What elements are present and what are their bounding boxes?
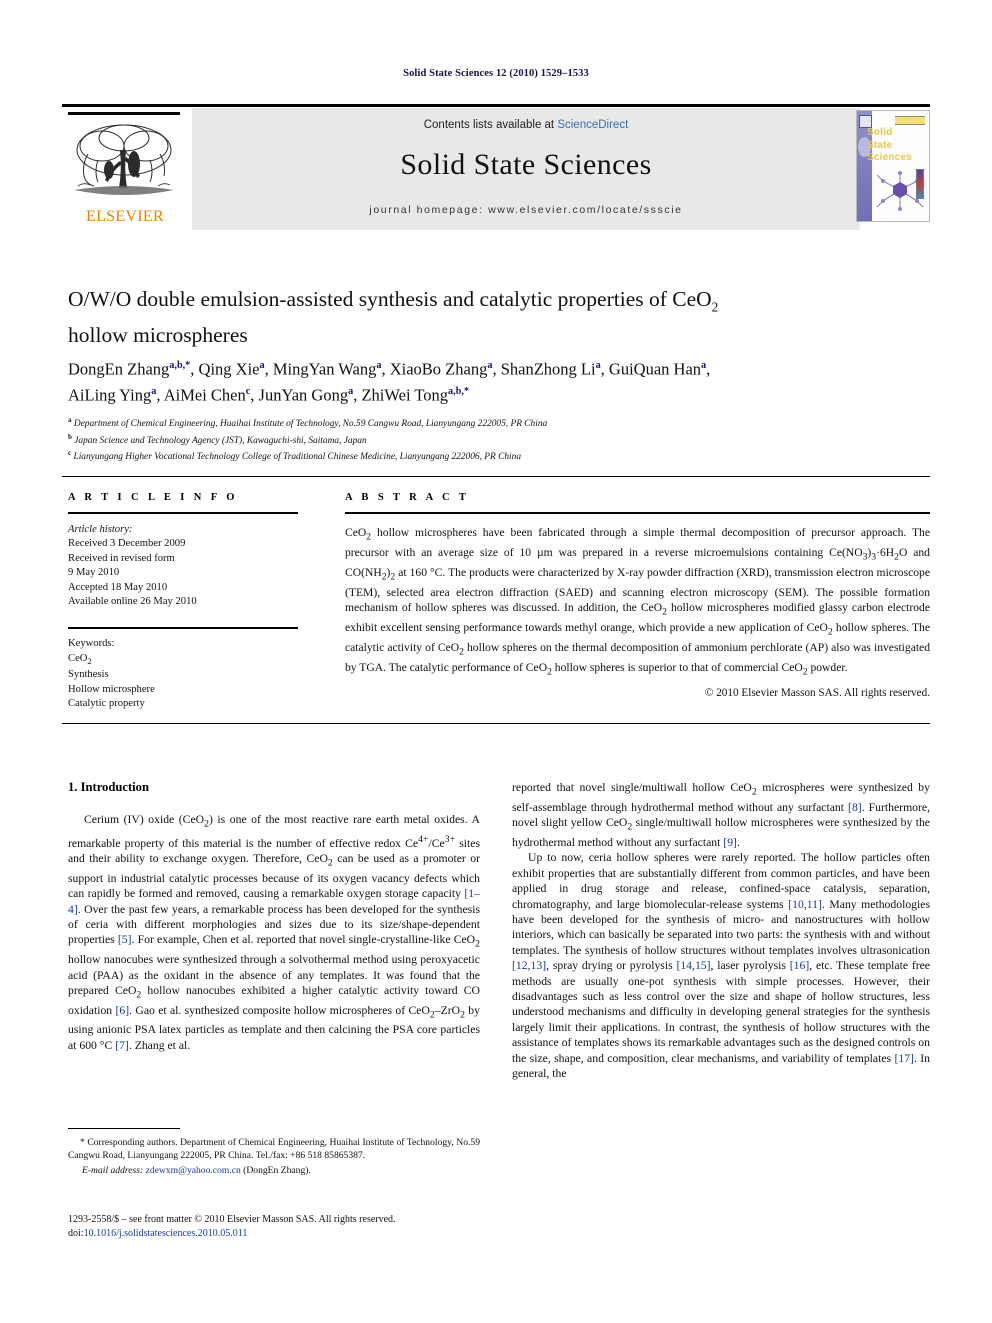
abstract-heading: A B S T R A C T: [345, 492, 470, 503]
affiliation-c: c Lianyungang Higher Vocational Technolo…: [68, 449, 522, 463]
abstract-text: CeO2 hollow microspheres have been fabri…: [345, 526, 931, 678]
journal-title: Solid State Sciences: [400, 148, 652, 181]
journal-masthead: ELSEVIER Contents lists available at Sci…: [62, 108, 930, 230]
keyword-4: Catalytic property: [68, 698, 145, 710]
article-info-heading: A R T I C L E I N F O: [68, 492, 238, 503]
elsevier-logo: ELSEVIER: [62, 108, 188, 230]
reference-17[interactable]: [17]: [894, 1052, 913, 1065]
info-band-top-rule: [62, 476, 930, 477]
journal-cover-thumbnail: Solid State Sciences: [856, 110, 930, 222]
author-list: DongEn Zhanga,b,*, Qing Xiea, MingYan Wa…: [68, 355, 938, 406]
paper-page: Solid State Sciences 12 (2010) 1529–1533: [0, 0, 992, 1323]
reference-9[interactable]: [9]: [723, 836, 737, 849]
doi-label: doi:: [68, 1227, 84, 1239]
article-history: Article history: Received 3 December 200…: [68, 523, 298, 609]
reference-14-15[interactable]: [14,15]: [676, 959, 710, 972]
issn-line: 1293-2558/$ – see front matter © 2010 El…: [68, 1214, 396, 1225]
cover-title-line-3: Sciences: [867, 152, 912, 163]
running-head: Solid State Sciences 12 (2010) 1529–1533: [403, 68, 589, 79]
page-title: O/W/O double emulsion-assisted synthesis…: [68, 285, 928, 349]
body-column-left: 1. Introduction Cerium (IV) oxide (CeO2)…: [68, 780, 480, 1053]
cover-title-line-2: State: [867, 139, 893, 151]
history-line-2: Received in revised form: [68, 552, 175, 564]
elsevier-tree-icon: [74, 124, 174, 195]
email-link[interactable]: zdewxm@yahoo.com.cn: [146, 1165, 241, 1176]
abstract-column: A B S T R A C T CeO2 hollow microspheres…: [345, 492, 930, 699]
paragraph-right-1: reported that novel single/multiwall hol…: [512, 781, 931, 849]
footnote-rule: [68, 1128, 180, 1129]
contents-available-line: Contents lists available at ScienceDirec…: [192, 119, 860, 131]
reference-10-11[interactable]: [10,11]: [788, 898, 822, 911]
keyword-1: CeO2: [68, 652, 92, 666]
cover-top-bar: [895, 116, 925, 125]
footnote-email-line: E-mail address: zdewxm@yahoo.com.cn (Don…: [68, 1165, 480, 1176]
title-line-2: hollow microspheres: [68, 323, 248, 348]
reference-6[interactable]: [6]: [116, 1004, 130, 1017]
body-column-right: reported that novel single/multiwall hol…: [512, 780, 930, 1081]
footnote-corresponding: * Corresponding authors. Department of C…: [68, 1137, 480, 1162]
cover-title: Solid State Sciences: [867, 127, 912, 165]
info-band-bottom-rule: [62, 723, 930, 724]
author-line-1: DongEn Zhanga,b,*, Qing Xiea, MingYan Wa…: [68, 359, 711, 379]
corresponding-author-footnote: * Corresponding authors. Department of C…: [68, 1128, 480, 1176]
article-info-rule: [68, 512, 298, 514]
history-label: Article history:: [68, 524, 133, 535]
history-line-1: Received 3 December 2009: [68, 538, 186, 550]
logo-rule: [68, 112, 180, 115]
elsevier-wordmark: ELSEVIER: [86, 208, 164, 225]
keywords-block: Keywords: CeO2 Synthesis Hollow microsph…: [68, 637, 298, 711]
doi-line: doi:10.1016/j.solidstatesciences.2010.05…: [68, 1227, 498, 1241]
history-line-5: Available online 26 May 2010: [68, 596, 197, 608]
abstract-rule: [345, 512, 930, 514]
email-owner: (DongEn Zhang).: [243, 1165, 311, 1177]
reference-12-13[interactable]: [12,13]: [512, 959, 546, 972]
contents-prefix: Contents lists available at: [423, 119, 558, 131]
reference-16[interactable]: [16]: [790, 959, 809, 972]
doi-value[interactable]: 10.1016/j.solidstatesciences.2010.05.011: [84, 1228, 248, 1239]
sciencedirect-link[interactable]: ScienceDirect: [557, 119, 628, 131]
footnote-text: * Corresponding authors. Department of C…: [68, 1136, 480, 1162]
reference-8[interactable]: [8]: [848, 801, 862, 814]
reference-1-4[interactable]: [1–4]: [68, 887, 480, 915]
title-subscript: 2: [711, 299, 719, 315]
history-line-3: 9 May 2010: [68, 567, 120, 579]
section-heading-introduction: 1. Introduction: [68, 780, 149, 794]
cover-color-strip: [916, 169, 924, 199]
paragraph-right-2: Up to now, ceria hollow spheres were rar…: [512, 851, 930, 1080]
journal-homepage[interactable]: journal homepage: www.elsevier.com/locat…: [192, 204, 860, 216]
cover-title-line-1: Solid: [867, 127, 893, 138]
abstract-copyright: © 2010 Elsevier Masson SAS. All rights r…: [704, 686, 930, 699]
article-info-column: A R T I C L E I N F O Article history: R…: [68, 492, 298, 712]
author-line-2: AiLing Yinga, AiMei Chenc, JunYan Gonga,…: [68, 385, 470, 404]
colophon: 1293-2558/$ – see front matter © 2010 El…: [68, 1213, 498, 1240]
keyword-2: Synthesis: [68, 669, 109, 681]
title-line-1: O/W/O double emulsion-assisted synthesis…: [68, 287, 712, 311]
affiliation-b: b Japan Science and Technology Agency (J…: [68, 432, 367, 446]
keywords-rule: [68, 627, 298, 630]
keyword-3: Hollow microsphere: [68, 683, 155, 695]
email-label: E-mail address:: [82, 1165, 144, 1177]
header-rule: [62, 104, 930, 107]
affiliation-a: a Department of Chemical Engineering, Hu…: [68, 416, 548, 430]
affiliation-list: a Department of Chemical Engineering, Hu…: [68, 414, 938, 464]
reference-5[interactable]: [5]: [118, 933, 132, 946]
reference-7[interactable]: [7]: [115, 1039, 129, 1052]
paragraph-left-1: Cerium (IV) oxide (CeO2) is one of the m…: [68, 813, 481, 1052]
history-line-4: Accepted 18 May 2010: [68, 581, 168, 593]
keywords-label: Keywords:: [68, 638, 115, 650]
